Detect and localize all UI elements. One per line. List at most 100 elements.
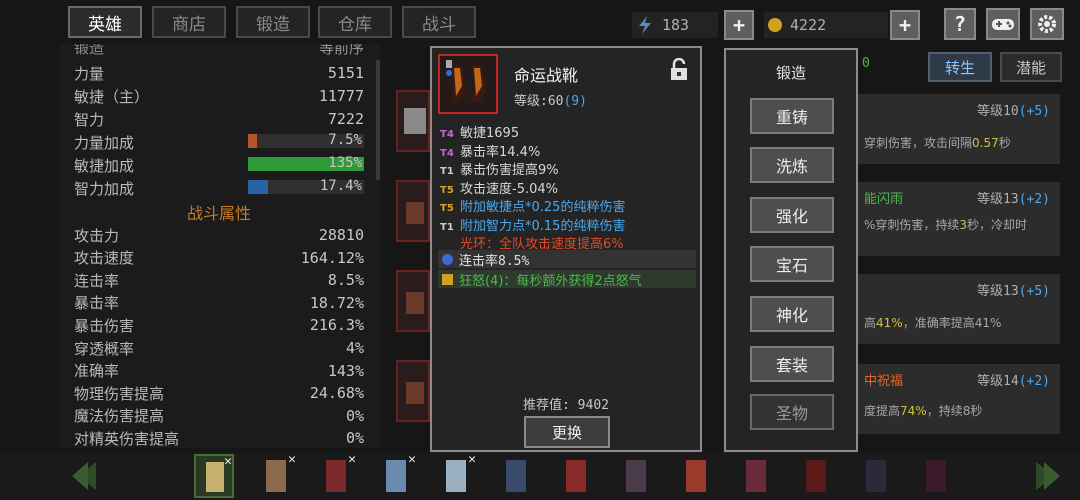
tab-shop[interactable]: 商店: [152, 6, 226, 38]
stat-label: 力量: [74, 64, 105, 83]
tab-heroes[interactable]: 英雄: [68, 6, 142, 38]
enhance-button[interactable]: 强化: [750, 197, 834, 233]
recast-button[interactable]: 重铸: [750, 98, 834, 134]
stat-label: 攻击速度: [74, 249, 135, 268]
prev-page-arrow-icon[interactable]: [68, 458, 104, 494]
hero-figure: [746, 460, 766, 492]
gold-counter: 4222: [764, 12, 888, 38]
replace-button[interactable]: 更换: [524, 416, 610, 448]
hero-portrait[interactable]: [736, 454, 776, 498]
gamepad-button[interactable]: [986, 8, 1020, 40]
hero-portrait[interactable]: [916, 454, 956, 498]
hero-portrait[interactable]: ✕: [376, 452, 416, 498]
lightning-icon: [639, 16, 651, 34]
tier-badge: T1: [440, 221, 454, 233]
equip-slot-weapon[interactable]: [396, 270, 430, 332]
tier-badge: T4: [440, 147, 454, 159]
relic-button[interactable]: 圣物: [750, 394, 834, 430]
close-icon: ✕: [468, 452, 476, 467]
hero-portrait[interactable]: [616, 454, 656, 498]
hero-figure: [626, 460, 646, 492]
agility-bonus-bar: 135%: [248, 155, 364, 171]
gamepad-icon: [992, 19, 1014, 30]
hero-figure: [446, 460, 466, 492]
bonus-label-intelligence: 智力加成: [74, 177, 244, 199]
item-stat-line: T1 暴击伤害提高9%: [440, 159, 559, 178]
settings-button[interactable]: [1030, 8, 1064, 40]
stat-row-cut: 锻造 等前序: [74, 44, 364, 58]
skill-card-4[interactable]: 中祝福 等级14(+2) 度提高74%，持续8秒: [858, 364, 1060, 434]
add-gold-button[interactable]: +: [890, 10, 920, 40]
forge-title: 锻造: [775, 64, 806, 82]
stat-text: 攻击速度-5.04%: [460, 181, 558, 197]
skill-card-2[interactable]: 能闪雨 等级13(+2) %穿刺伤害，持续3秒，冷却时: [858, 182, 1060, 256]
stat-label: 暴击率: [74, 294, 120, 313]
unlock-icon[interactable]: [668, 58, 690, 82]
skill-name: 中祝福: [864, 374, 904, 389]
combat-stat-row: 攻击力 28810: [74, 224, 364, 246]
equip-slot-helmet[interactable]: [396, 90, 430, 152]
stat-value: 164.12%: [300, 248, 364, 267]
bonus-label: 敏捷加成: [74, 156, 135, 175]
tab-forge[interactable]: 锻造: [236, 6, 310, 38]
stat-value: 7222: [327, 110, 364, 128]
stat-value: 28810: [318, 226, 364, 244]
stats-scrollbar[interactable]: [376, 60, 380, 180]
stat-label: 连击率: [74, 271, 120, 290]
combat-stat-row: 准确率 143%: [74, 360, 364, 382]
helmet-item-icon: [404, 108, 426, 134]
skill-card-3[interactable]: 等级13(+5) 高41%，准确率提高41%: [858, 274, 1060, 344]
equip-slot-armor[interactable]: [396, 180, 430, 242]
stat-text: 附加智力点*0.15的纯粹伤害: [460, 218, 626, 234]
stat-value: 143%: [327, 361, 364, 380]
hero-portrait[interactable]: [856, 454, 896, 498]
next-page-arrow-icon[interactable]: [1028, 458, 1064, 494]
item-stat-line: T5 附加敏捷点*0.25的纯粹伤害: [440, 196, 625, 215]
gem-button[interactable]: 宝石: [750, 246, 834, 282]
equip-slot-boots[interactable]: [396, 360, 430, 422]
rebirth-tab[interactable]: 转生: [928, 52, 992, 82]
gem-text: 连击率8.5%: [459, 253, 530, 269]
set-bonus-text: 狂怒(4)：每秒额外获得2点怒气: [459, 273, 642, 289]
set-bonus-row: 狂怒(4)：每秒额外获得2点怒气: [438, 270, 696, 289]
potential-tab[interactable]: 潜能: [1000, 52, 1062, 82]
stat-label: 对精英伤害提高: [74, 429, 180, 448]
bar-value: 135%: [328, 155, 362, 171]
hero-portrait[interactable]: ✕: [436, 452, 476, 498]
close-icon: ✕: [288, 452, 296, 467]
combat-stat-row: 对精英伤害提高 0%: [74, 427, 364, 449]
hero-portrait[interactable]: [496, 454, 536, 498]
refine-button[interactable]: 洗炼: [750, 147, 834, 183]
tab-battle[interactable]: 战斗: [402, 6, 476, 38]
hero-portrait[interactable]: ✕: [256, 452, 296, 498]
stat-label: 锻造: [74, 44, 105, 57]
stat-label: 穿透概率: [74, 339, 135, 358]
skill-level: 等级13(+2): [977, 192, 1050, 207]
hero-portrait[interactable]: [796, 454, 836, 498]
item-name: 命运战靴: [514, 66, 579, 85]
combat-stat-row: 暴击率 18.72%: [74, 292, 364, 314]
deify-button[interactable]: 神化: [750, 296, 834, 332]
bonus-label: 智力加成: [74, 179, 135, 198]
stat-label: 暴击伤害: [74, 316, 135, 335]
hero-figure: [806, 460, 826, 492]
bar-fill: [248, 180, 269, 194]
hero-portrait[interactable]: ✕: [194, 454, 234, 498]
skill-desc: %穿刺伤害，持续3秒，冷却时: [864, 218, 1028, 232]
stat-label: 敏捷（主）: [74, 87, 150, 106]
hero-portrait[interactable]: ✕: [316, 452, 356, 498]
help-button[interactable]: ?: [944, 8, 976, 40]
tab-warehouse[interactable]: 仓库: [318, 6, 392, 38]
bar-fill: [248, 134, 257, 148]
set-button[interactable]: 套装: [750, 346, 834, 382]
tier-badge: T4: [440, 129, 454, 140]
gem-icon: [442, 253, 453, 265]
add-energy-button[interactable]: +: [724, 10, 754, 40]
bonus-label: 力量加成: [74, 133, 135, 152]
hero-portrait[interactable]: [676, 454, 716, 498]
hero-portrait[interactable]: [556, 454, 596, 498]
combat-stat-row: 攻击速度 164.12%: [74, 247, 364, 269]
boots-item-icon: [406, 382, 424, 404]
item-detail-popup: 命运战靴 等级:60(9) T4 敏捷1695 T4 暴击率14.4% T1 暴击伤害提高…: [430, 46, 702, 452]
skill-card-1[interactable]: 等级10(+5) 穿刺伤害，攻击间隔0.57秒: [858, 94, 1060, 164]
